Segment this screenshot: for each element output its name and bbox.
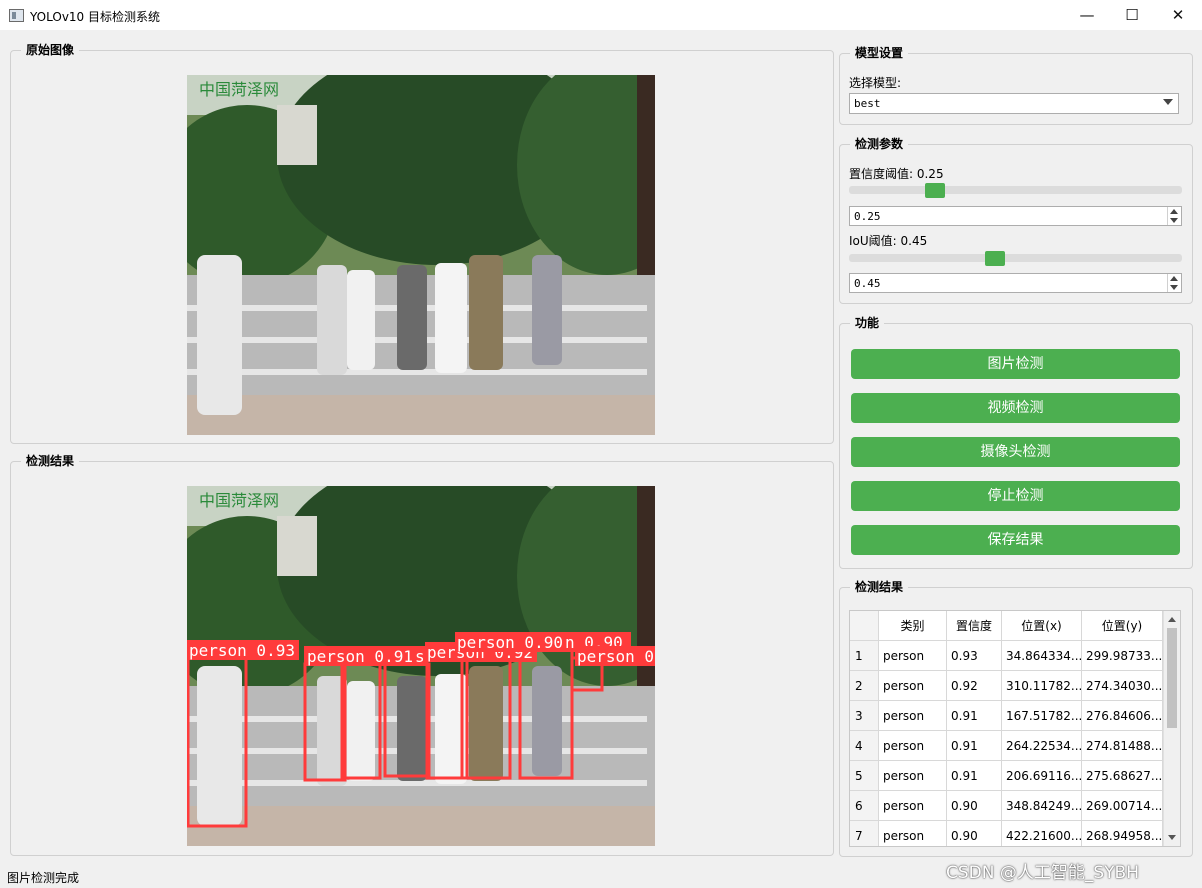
table-scrollbar[interactable] — [1163, 611, 1180, 846]
detection-params-title: 检测参数 — [850, 136, 909, 152]
detection-label: person 0.93 — [189, 641, 295, 660]
table-row[interactable]: 4 person 0.91 264.22534... 274.81488... — [850, 731, 1163, 761]
table-cell: 0.90 — [947, 821, 1002, 846]
spin-down-icon[interactable] — [1170, 218, 1178, 223]
svg-text:中国菏泽网: 中国菏泽网 — [199, 80, 279, 99]
table-cell: 0.91 — [947, 731, 1002, 761]
iou-label: IoU阈值: 0.45 — [849, 234, 928, 248]
maximize-icon[interactable]: ☐ — [1109, 0, 1155, 30]
table-header-confidence[interactable]: 置信度 — [947, 611, 1002, 641]
table-row[interactable]: 3 person 0.91 167.51782... 276.84606... — [850, 701, 1163, 731]
row-index: 2 — [850, 671, 879, 701]
confidence-slider[interactable] — [849, 186, 1182, 194]
stop-detect-button[interactable]: 停止检测 — [851, 481, 1180, 511]
iou-slider-handle[interactable] — [985, 251, 1005, 266]
table-cell: person — [879, 791, 947, 821]
confidence-spinbox[interactable]: 0.25 — [849, 206, 1182, 226]
table-header-y[interactable]: 位置(y) — [1082, 611, 1163, 641]
iou-spinbox-value: 0.45 — [854, 277, 881, 290]
model-settings-title: 模型设置 — [850, 45, 909, 61]
close-icon[interactable]: ✕ — [1155, 0, 1201, 30]
iou-spinbox[interactable]: 0.45 — [849, 273, 1182, 293]
row-index: 4 — [850, 731, 879, 761]
table-cell: person — [879, 731, 947, 761]
table-cell: 167.51782... — [1002, 701, 1082, 731]
model-select-label: 选择模型: — [849, 76, 902, 90]
row-index: 7 — [850, 821, 879, 846]
save-results-button[interactable]: 保存结果 — [851, 525, 1180, 555]
table-row[interactable]: 2 person 0.92 310.11782... 274.34030... — [850, 671, 1163, 701]
detection-label: person 0.91 — [307, 647, 413, 666]
model-select-value: best — [854, 97, 881, 110]
table-cell: 274.81488... — [1082, 731, 1163, 761]
svg-text:中国菏泽网: 中国菏泽网 — [199, 491, 279, 510]
table-cell: 0.92 — [947, 671, 1002, 701]
scroll-up-icon[interactable] — [1168, 617, 1176, 622]
table-cell: 268.94958... — [1082, 821, 1163, 846]
table-cell: 275.68627... — [1082, 761, 1163, 791]
confidence-label: 置信度阈值: 0.25 — [849, 167, 944, 181]
table-row[interactable]: 6 person 0.90 348.84249... 269.00714... — [850, 791, 1163, 821]
model-select[interactable]: best — [849, 93, 1179, 114]
table-row[interactable]: 7 person 0.90 422.21600... 268.94958... — [850, 821, 1163, 846]
table-cell: 0.91 — [947, 701, 1002, 731]
table-cell: person — [879, 641, 947, 671]
functions-title: 功能 — [850, 315, 885, 331]
scrollbar-thumb[interactable] — [1167, 628, 1177, 728]
table-cell: 34.864334... — [1002, 641, 1082, 671]
table-cell: 348.84249... — [1002, 791, 1082, 821]
table-cell: person — [879, 761, 947, 791]
table-cell: 310.11782... — [1002, 671, 1082, 701]
table-cell: 0.90 — [947, 791, 1002, 821]
window-title: YOLOv10 目标检测系统 — [30, 10, 161, 24]
table-cell: 264.22534... — [1002, 731, 1082, 761]
camera-detect-button[interactable]: 摄像头检测 — [851, 437, 1180, 467]
spin-up-icon[interactable] — [1170, 209, 1178, 214]
detection-label: person 0.90 — [457, 633, 563, 652]
confidence-spinbox-value: 0.25 — [854, 210, 881, 223]
table-cell: person — [879, 671, 947, 701]
table-cell: 274.34030... — [1082, 671, 1163, 701]
title-bar: YOLOv10 目标检测系统 — ☐ ✕ — [0, 0, 1202, 30]
table-cell: 0.91 — [947, 761, 1002, 791]
table-cell: 269.00714... — [1082, 791, 1163, 821]
table-header-x[interactable]: 位置(x) — [1002, 611, 1082, 641]
spin-up-icon[interactable] — [1170, 276, 1178, 281]
table-cell: 0.93 — [947, 641, 1002, 671]
table-cell: person — [879, 701, 947, 731]
minimize-icon[interactable]: — — [1064, 0, 1110, 30]
results-table[interactable]: 类别 置信度 位置(x) 位置(y) 1 person 0.93 34.864334.… — [849, 610, 1181, 847]
confidence-slider-handle[interactable] — [925, 183, 945, 198]
table-row[interactable]: 1 person 0.93 34.864334... 299.98733... — [850, 641, 1163, 671]
original-image: 中国菏泽网 — [187, 75, 655, 435]
detection-label: person 0 — [577, 647, 654, 666]
table-cell: 276.84606... — [1082, 701, 1163, 731]
table-header: 类别 置信度 位置(x) 位置(y) — [850, 611, 1163, 641]
watermark: CSDN @人工智能_SYBH — [946, 863, 1139, 883]
chevron-down-icon — [1163, 99, 1173, 105]
row-index: 3 — [850, 701, 879, 731]
detection-label: s — [415, 647, 425, 666]
result-image-title: 检测结果 — [21, 453, 80, 469]
status-bar-text: 图片检测完成 — [7, 871, 80, 885]
table-cell: 299.98733... — [1082, 641, 1163, 671]
table-header-class[interactable]: 类别 — [879, 611, 947, 641]
spin-down-icon[interactable] — [1170, 285, 1178, 290]
image-detect-button[interactable]: 图片检测 — [851, 349, 1180, 379]
table-cell: 206.69116... — [1002, 761, 1082, 791]
table-cell: 422.21600... — [1002, 821, 1082, 846]
original-image-title: 原始图像 — [21, 42, 80, 58]
row-index: 6 — [850, 791, 879, 821]
row-index: 1 — [850, 641, 879, 671]
result-image: 中国菏泽网 person 0.93 person 0.91 s person 0… — [187, 486, 655, 846]
row-index: 5 — [850, 761, 879, 791]
results-table-title: 检测结果 — [850, 579, 909, 595]
app-window-icon — [9, 9, 24, 22]
video-detect-button[interactable]: 视频检测 — [851, 393, 1180, 423]
table-row[interactable]: 5 person 0.91 206.69116... 275.68627... — [850, 761, 1163, 791]
scroll-down-icon[interactable] — [1168, 835, 1176, 840]
iou-slider[interactable] — [849, 254, 1182, 262]
table-cell: person — [879, 821, 947, 846]
table-header-corner — [850, 611, 879, 641]
